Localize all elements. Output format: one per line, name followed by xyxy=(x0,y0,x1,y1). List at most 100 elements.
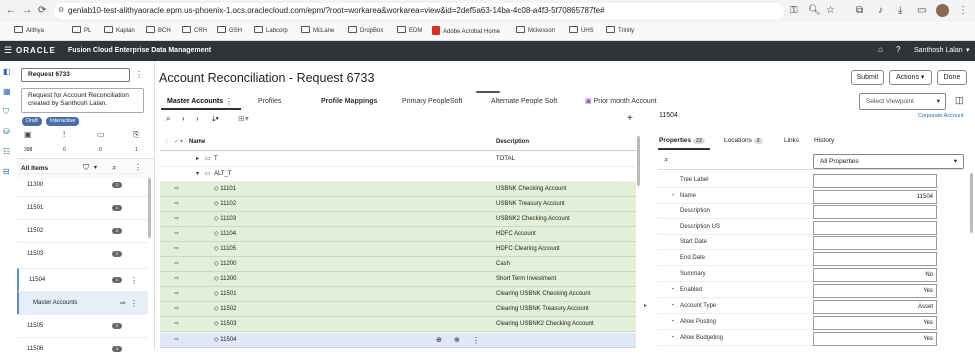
done-button[interactable]: Done xyxy=(937,70,967,85)
data-icon[interactable]: ⛁ xyxy=(3,127,10,136)
tab-locations[interactable]: Locations 2 xyxy=(724,137,763,144)
column-options-icon[interactable]: ⁞ xyxy=(166,133,168,151)
zoom-icon[interactable]: 🔍︎ xyxy=(808,5,821,17)
tab-menu-icon[interactable]: ⋮ xyxy=(225,97,233,106)
properties-scrollbar[interactable] xyxy=(970,173,973,233)
filter-rail-icon[interactable]: ⛉ xyxy=(3,107,9,117)
property-input[interactable]: No xyxy=(813,268,937,282)
bookmark-trinity[interactable]: Trinity xyxy=(606,26,634,36)
property-input[interactable]: Yes xyxy=(813,316,937,330)
bookmark-dropbox[interactable]: DropBox xyxy=(348,26,383,36)
bookmark-alithya[interactable]: Alithya xyxy=(14,26,44,36)
collapse-icon[interactable]: ▾ xyxy=(196,167,199,182)
property-input[interactable] xyxy=(813,221,937,235)
locate-row-icon[interactable]: ⇨ xyxy=(174,257,179,272)
add-node-icon[interactable]: + xyxy=(627,113,633,124)
views-icon[interactable]: ▦ xyxy=(3,87,11,96)
tree-row[interactable]: ⇨ ◇ 11503 Clearing USBNK2 Checking Account xyxy=(160,317,636,332)
filter-icon[interactable]: ⛉ xyxy=(83,163,89,173)
property-input[interactable] xyxy=(813,252,937,266)
tab-profiles[interactable]: Profiles xyxy=(258,97,281,106)
property-input[interactable] xyxy=(813,236,937,250)
tab-alternate-people-soft[interactable]: Alternate People Soft xyxy=(491,97,557,106)
list-menu-icon[interactable]: ⋮ xyxy=(134,163,142,172)
locate-row-icon[interactable]: ⇨ xyxy=(174,302,179,317)
split-view-icon[interactable]: ▭ xyxy=(917,5,926,17)
tab-links[interactable]: Links xyxy=(784,137,799,144)
tree-row[interactable]: ⇨ ◇ 11501 Clearing USBNK Checking Account xyxy=(160,287,636,302)
comments-icon[interactable]: ▭ xyxy=(97,130,105,139)
tab-primary-peoplesoft[interactable]: Primary PeopleSoft xyxy=(402,97,462,106)
address-bar[interactable]: ⚙ genlab10-test-alithyaoracle.epm.us-pho… xyxy=(54,3,784,19)
attachment-icon[interactable]: ⎘ xyxy=(133,130,139,140)
filter-chevron-icon[interactable]: ▾ xyxy=(94,164,97,171)
bookmark-mclane[interactable]: McLane xyxy=(301,26,334,36)
locate-row-icon[interactable]: ⇨ xyxy=(174,333,179,348)
locate-row-icon[interactable]: ⇨ xyxy=(174,242,179,257)
user-menu-chevron-icon[interactable]: ▾ xyxy=(966,47,970,55)
tree-row[interactable]: ⇨ ◇ 11101 USBNK Checking Account xyxy=(160,182,636,197)
search-tree-icon[interactable]: ⌕ xyxy=(166,114,170,124)
bookmark-edm[interactable]: EDM xyxy=(397,26,422,36)
tree-row[interactable]: ⇨ ◇ 11200 Cash xyxy=(160,257,636,272)
drag-handle[interactable] xyxy=(476,91,500,93)
tree-row-selected[interactable]: ⇨ ◇ 11504 ⊕ ⊕ ⋮ xyxy=(160,333,636,348)
hamburger-icon[interactable]: ☰ xyxy=(4,46,12,55)
property-input[interactable] xyxy=(813,174,937,188)
locate-row-icon[interactable]: ⇨ xyxy=(174,227,179,242)
list-item-child[interactable]: Master Accounts ⇨ ⋮ xyxy=(17,291,148,314)
tree-row[interactable]: ⇨ ◇ 11104 HDFC Account xyxy=(160,227,636,242)
child-menu-icon[interactable]: ⋮ xyxy=(130,292,138,315)
validation-icon[interactable]: ! xyxy=(63,130,65,139)
list-item[interactable]: 11300 1 xyxy=(17,173,148,196)
bookmark-crh[interactable]: CRH xyxy=(182,26,207,36)
locate-icon[interactable]: ⇨ xyxy=(120,292,126,315)
property-filter-select[interactable]: All Properties ▾ xyxy=(813,154,964,169)
application-link[interactable]: Corporate Account xyxy=(918,113,964,119)
locate-row-icon[interactable]: ⇨ xyxy=(174,272,179,287)
bookmark-bch[interactable]: BCH xyxy=(146,26,171,36)
add-child-icon[interactable]: ⊕ xyxy=(454,333,460,348)
expand-icon[interactable]: ▸ xyxy=(196,152,199,167)
add-sibling-icon[interactable]: ⊕ xyxy=(436,333,442,348)
bookmark-gsh[interactable]: GSH xyxy=(217,26,242,36)
list-item[interactable]: 11503 1 xyxy=(17,242,148,265)
home-icon[interactable]: ⌂ xyxy=(878,46,883,54)
tab-prior-month-account[interactable]: ▣ Prior month Account xyxy=(585,97,657,106)
previous-icon[interactable]: ‹ xyxy=(182,114,185,123)
download-icon[interactable]: ⤓ xyxy=(898,5,902,17)
locate-row-icon[interactable]: ⇨ xyxy=(174,182,179,197)
collapse-panel-icon[interactable]: ◧ xyxy=(3,67,11,76)
property-search-icon[interactable]: ⌕ xyxy=(664,155,668,165)
download-tree-icon[interactable]: ⤓▾ xyxy=(212,114,219,124)
item-menu-icon[interactable]: ⋮ xyxy=(130,269,138,292)
media-icon[interactable]: ♪ xyxy=(878,5,883,17)
bookmark-pl[interactable]: PL xyxy=(72,26,91,36)
layout-toggle-icon[interactable]: ◫ xyxy=(955,95,964,106)
forward-icon[interactable]: → xyxy=(22,5,32,17)
property-input[interactable]: Yes xyxy=(813,284,937,298)
move-node-icon[interactable]: ⊞▾ xyxy=(238,114,249,123)
splitter-arrow-icon[interactable]: ▸ xyxy=(644,302,647,309)
locate-row-icon[interactable]: ⇨ xyxy=(174,317,179,332)
tab-master-accounts[interactable]: Master Accounts xyxy=(167,97,223,106)
locate-row-icon[interactable]: ⇨ xyxy=(174,212,179,227)
list-item[interactable]: 11506 1 xyxy=(17,337,148,360)
property-input[interactable]: Yes xyxy=(813,332,937,346)
row-menu-icon[interactable]: ⋮ xyxy=(472,333,480,348)
actions-button[interactable]: Actions ▾ xyxy=(889,70,932,85)
name-column-header[interactable]: Name xyxy=(189,133,205,151)
tree-row[interactable]: ▸ ▭ T TOTAL xyxy=(160,152,636,167)
request-title-field[interactable]: Request 6733 xyxy=(21,68,130,82)
tab-history[interactable]: History xyxy=(814,137,834,144)
bookmark-adobe[interactable]: Adobe Acrobat Home xyxy=(432,26,500,37)
bookmark-uhs[interactable]: UHS xyxy=(569,26,594,36)
list-item[interactable]: 11501 1 xyxy=(17,196,148,219)
list-item[interactable]: 11502 1 xyxy=(17,219,148,242)
tree-row[interactable]: ⇨ ◇ 11502 Clearing USBNK Treasury Account xyxy=(160,302,636,317)
tree-scrollbar[interactable] xyxy=(637,136,640,186)
extensions-icon[interactable]: ⧉ xyxy=(856,5,863,17)
site-info-icon[interactable]: ⚙ xyxy=(58,3,64,19)
hierarchy-icon[interactable]: ☷ xyxy=(3,147,10,156)
locate-row-icon[interactable]: ⇨ xyxy=(174,287,179,302)
